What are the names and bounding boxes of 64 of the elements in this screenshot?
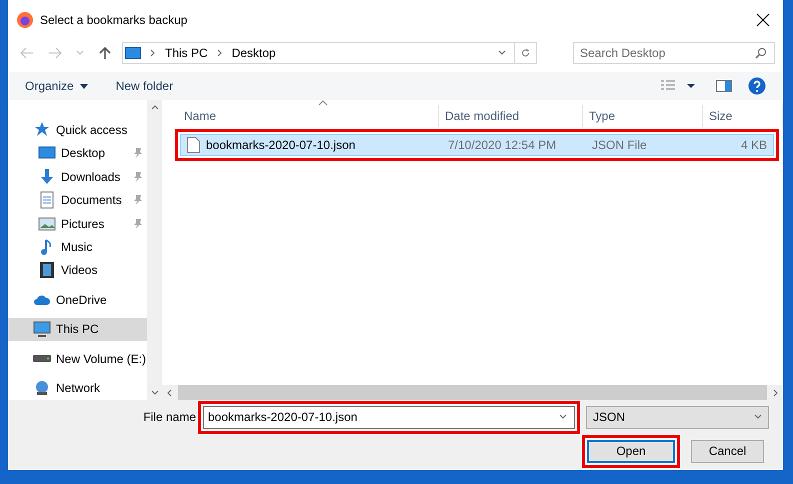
close-icon [756, 13, 770, 27]
window-title: Select a bookmarks backup [40, 13, 188, 27]
browser-logo-icon [16, 11, 34, 29]
monitor-icon [125, 46, 141, 60]
type-cell-text: JSON File [591, 138, 648, 152]
column-header[interactable]: Type [583, 105, 703, 127]
nav-item[interactable]: Music [8, 235, 147, 259]
nav-item[interactable]: Quick access [8, 118, 147, 142]
help-button[interactable] [748, 75, 766, 97]
nav-item[interactable]: Network [8, 376, 147, 400]
nav-item[interactable]: New Volume (E:) [8, 347, 147, 371]
file-name-label: File name [143, 410, 196, 424]
back-arrow-icon [20, 47, 34, 59]
star-icon [33, 120, 51, 139]
nav-item[interactable]: Pictures [8, 212, 147, 236]
breadcrumb[interactable]: Desktop [232, 46, 276, 60]
chevron-icon [559, 413, 567, 421]
pane-icon [716, 79, 732, 93]
up-arrow-icon [98, 46, 112, 60]
search-field[interactable]: Search Desktop [573, 42, 775, 64]
size-cell-text: 4 KB [740, 138, 768, 152]
breadcrumb[interactable]: This PC [165, 46, 208, 60]
drive-icon [33, 355, 51, 362]
address-bar[interactable]: This PC Desktop [122, 42, 537, 64]
download-icon [38, 168, 56, 186]
horizontal-scrollbar[interactable] [162, 385, 783, 400]
file-type-dropdown[interactable]: JSON [586, 406, 769, 428]
organize-button[interactable]: Organize [25, 77, 88, 95]
caret-icon [80, 84, 88, 88]
chevron-icon [150, 104, 158, 112]
monitor-icon [33, 320, 51, 338]
video-icon [38, 261, 56, 280]
file-name-field[interactable]: bookmarks-2020-07-10.json [203, 406, 575, 428]
chevron-icon [754, 413, 762, 421]
document-icon [38, 191, 56, 210]
help-icon [748, 77, 766, 95]
chevron-icon [216, 49, 224, 57]
search-icon [755, 47, 767, 59]
nav-item[interactable]: This PC [8, 318, 147, 342]
dialog-button[interactable]: Cancel [691, 440, 764, 462]
refresh-icon [521, 47, 530, 59]
nav-item[interactable]: Documents [8, 188, 147, 212]
nav-item[interactable]: Desktop [8, 141, 147, 165]
nav-item[interactable]: Videos [8, 258, 147, 282]
nav-item[interactable]: Downloads [8, 164, 147, 188]
file-icon [187, 137, 200, 153]
dialog-button[interactable]: Open [587, 440, 675, 462]
date-cell-text: 7/10/2020 12:54 PM [447, 138, 558, 152]
column-header[interactable]: Date modified [439, 105, 583, 127]
forward-arrow-icon [48, 47, 62, 59]
chevron-icon [149, 49, 157, 57]
chevron-icon [498, 49, 506, 57]
file-name-cell: bookmarks-2020-07-10.json [181, 137, 442, 153]
file-row[interactable]: bookmarks-2020-07-10.json 7/10/2020 12:54 PM JSON File 4 KB [180, 134, 774, 156]
chevron-icon [76, 49, 84, 57]
chevron-icon [771, 388, 779, 396]
new-folder-button[interactable]: New folder [116, 77, 174, 95]
network-icon [33, 379, 51, 398]
vertical-scrollbar[interactable] [147, 100, 162, 400]
preview-pane-button[interactable] [716, 77, 732, 95]
picture-icon [38, 214, 56, 233]
column-header[interactable]: Size [703, 105, 783, 127]
column-header[interactable]: Name [178, 105, 439, 127]
nav-item[interactable]: OneDrive [8, 288, 147, 312]
